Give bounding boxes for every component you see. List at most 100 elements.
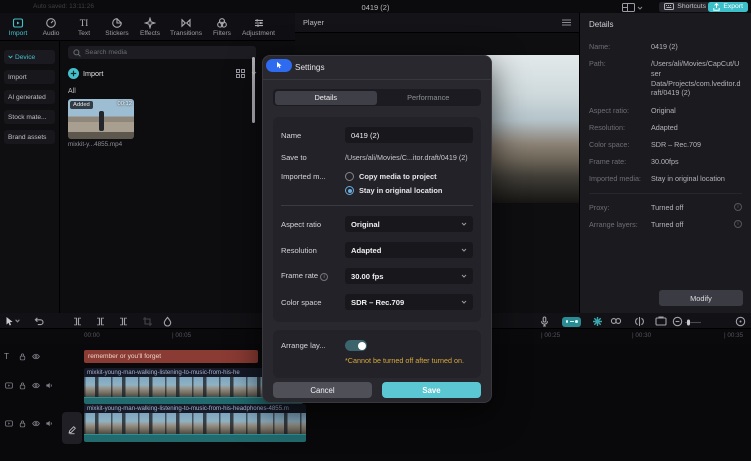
filmstrip [84,413,306,434]
eye-icon[interactable] [31,419,41,428]
layout-switcher[interactable] [622,3,643,12]
thumbnail-figure [99,111,104,131]
tab-transitions[interactable]: Transitions [170,17,202,37]
mute-icon[interactable] [44,419,54,428]
save-button[interactable]: Save [382,382,481,398]
delete-right-icon[interactable] [118,316,129,327]
snap-icon[interactable] [592,316,603,327]
media-actions-row: Import Sort [68,66,289,80]
detail-label: Name: [589,42,651,51]
beat-marker-icon[interactable] [562,317,581,327]
undo-icon[interactable] [33,316,44,327]
shortcuts-button[interactable]: Shortcuts [659,2,711,12]
lock-icon[interactable] [18,381,27,390]
export-label: Export [723,3,743,10]
timeline-fit-icon[interactable] [735,316,746,327]
name-row: Name 0419 (2) [281,127,473,143]
detail-row-frame-rate: Frame rate:30.00fps [589,157,742,167]
radio-stay-original[interactable]: Stay in original location [345,186,473,195]
video-clip-2[interactable]: mixkit-young-man-walking-listening-to-mu… [84,404,306,442]
mute-icon[interactable] [44,381,54,390]
save-to-value: /Users/ali/Movies/C...itor.draft/0419 (2… [345,153,473,162]
crop-icon[interactable] [142,316,153,327]
detail-value: Original [651,106,742,116]
filter-all-label[interactable]: All [68,88,76,95]
audio-icon [45,17,57,29]
media-ribbon: Import Audio TI Text Stickers Effects Tr… [0,13,295,41]
detail-label: Aspect ratio: [589,106,651,115]
zoom-slider[interactable] [685,319,701,326]
media-panel: Search media Import Sort All Added 00:12… [60,41,295,313]
modify-button[interactable]: Modify [659,290,743,306]
capcut-app: Auto saved: 13:11:26 0419 (2) Shortcuts … [0,0,751,461]
sidebar-item-stock-media[interactable]: Stock mate... [4,110,55,124]
voiceover-mic-icon[interactable] [539,316,550,328]
lock-icon[interactable] [18,419,27,428]
sidebar-item-ai-generated[interactable]: AI generated [4,90,55,104]
info-icon[interactable]: i [734,203,742,211]
select-cursor-icon[interactable] [4,316,14,327]
name-input[interactable]: 0419 (2) [345,127,473,143]
edit-cover-button[interactable] [62,412,82,444]
text-clip[interactable]: remember or you'll forget [84,350,258,363]
settings-dialog: Settings Details Performance Name 0419 (… [262,55,492,403]
color-space-select[interactable]: SDR – Rec.709 [345,294,473,310]
search-input[interactable]: Search media [68,46,256,59]
eye-icon[interactable] [31,352,41,361]
radio-label: Stay in original location [359,186,442,195]
titlebar: Auto saved: 13:11:26 0419 (2) Shortcuts … [0,0,751,13]
tab-import[interactable]: Import [5,17,31,37]
lock-icon[interactable] [18,352,27,361]
export-button[interactable]: Export [708,2,748,12]
sticker-icon [111,17,123,29]
import-media-button[interactable]: Import [83,69,103,78]
frame-rate-select[interactable]: 30.00 fps [345,268,473,284]
sidebar-item-import[interactable]: Import [4,70,55,84]
cover-icon[interactable] [655,316,667,326]
tab-stickers[interactable]: Stickers [104,17,130,37]
tab-effects[interactable]: Effects [137,17,163,37]
arrange-layer-toggle[interactable] [345,340,367,351]
grid-view-icon[interactable] [236,69,245,78]
info-icon[interactable]: i [734,220,742,228]
resolution-select[interactable]: Adapted [345,242,473,258]
frame-rate-row: Frame ratei 30.00 fps [281,268,473,284]
tab-text[interactable]: TI Text [71,17,97,37]
tab-filters[interactable]: Filters [209,17,235,37]
chevron-down-icon[interactable] [15,319,20,323]
tab-performance[interactable]: Performance [377,91,480,105]
preview-axis-icon[interactable] [634,316,645,327]
sidebar-item-brand-assets[interactable]: Brand assets [4,130,55,144]
eye-icon[interactable] [31,381,41,390]
sidebar-item-label: Import [8,74,27,81]
detail-row-imported-media: Imported media:Stay in original location [589,174,742,184]
link-icon[interactable] [610,316,622,326]
player-menu-icon[interactable] [562,19,571,26]
tab-audio[interactable]: Audio [38,17,64,37]
frame-rate-text: Frame rate [281,271,318,280]
zoom-out-icon[interactable] [672,316,683,327]
detail-value: Stay in original location [651,174,742,184]
radio-copy-media[interactable]: Copy media to project [345,172,473,181]
dialog-tabs: Details Performance [273,89,481,106]
tab-details[interactable]: Details [275,91,378,105]
add-import-icon[interactable] [68,68,79,79]
imported-media-row: Imported m... Copy media to project Stay… [281,172,473,195]
arrange-layer-label: Arrange lay... [281,341,345,350]
detail-label: Imported media: [589,174,651,183]
tab-adjustment[interactable]: Adjustment [242,17,275,37]
tab-label: Filters [213,30,231,37]
mask-icon[interactable] [162,316,173,327]
details-title: Details [589,20,742,29]
sidebar-item-device[interactable]: Device [4,50,55,64]
cancel-button[interactable]: Cancel [273,382,372,398]
detail-value: SDR – Rec.709 [651,140,742,150]
shortcuts-label: Shortcuts [677,3,706,10]
split-icon[interactable] [72,316,83,327]
info-icon[interactable]: i [320,273,328,281]
text-icon: TI [80,17,89,29]
media-scrollbar[interactable] [252,57,255,123]
media-clip-thumbnail[interactable]: Added 00:12 [68,99,134,139]
delete-left-icon[interactable] [95,316,106,327]
aspect-ratio-select[interactable]: Original [345,216,473,232]
